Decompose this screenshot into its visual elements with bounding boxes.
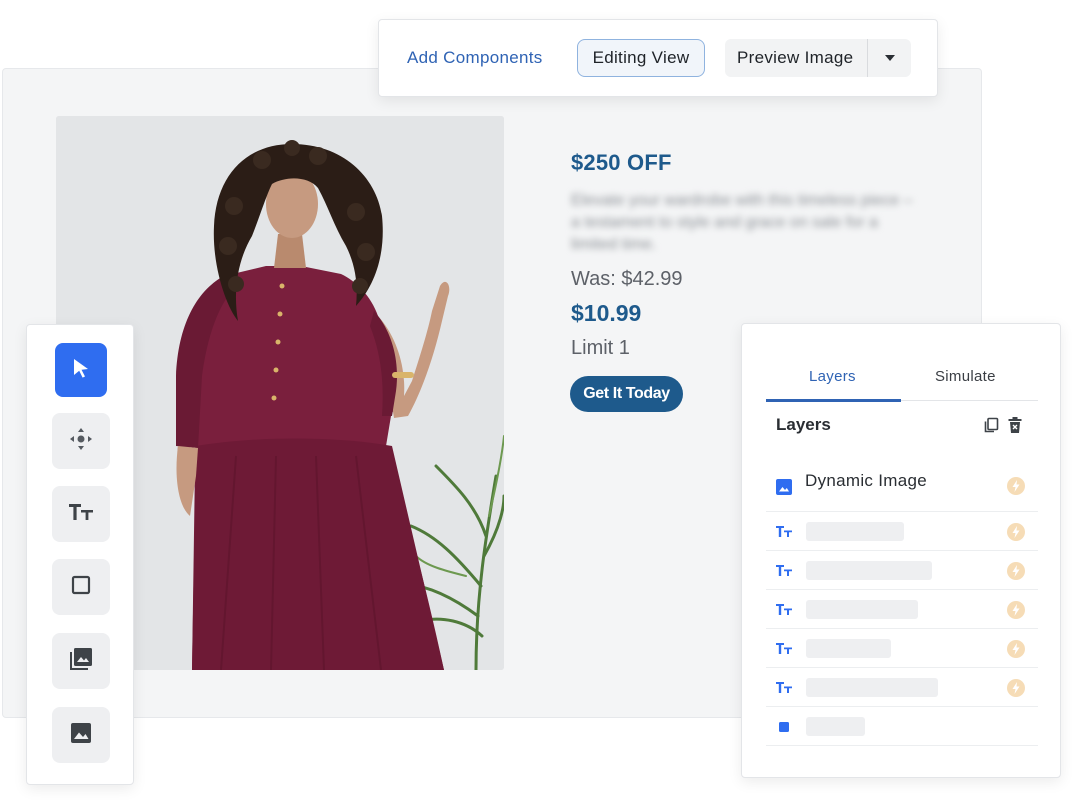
layers-panel: Layers Simulate Layers Dynamic Image [741, 323, 1061, 778]
was-price[interactable]: Was: $42.99 [571, 268, 683, 291]
text-icon [776, 680, 792, 696]
image-icon [69, 721, 93, 750]
bolt-icon[interactable] [1007, 562, 1025, 580]
caret-down-icon[interactable] [868, 39, 911, 77]
bolt-icon[interactable] [1007, 477, 1025, 495]
image-icon [776, 479, 792, 495]
editing-view-button[interactable]: Editing View [577, 39, 705, 77]
layer-name-placeholder [806, 717, 865, 736]
layer-row-text-5[interactable] [766, 668, 1038, 707]
active-tab-indicator [766, 399, 901, 402]
tab-simulate[interactable]: Simulate [935, 368, 996, 385]
bolt-icon[interactable] [1007, 523, 1025, 541]
layers-heading: Layers [776, 415, 831, 434]
image-gallery-icon [68, 646, 94, 677]
text-icon [68, 502, 94, 527]
layer-row-shape[interactable] [766, 707, 1038, 746]
sale-price[interactable]: $10.99 [571, 300, 641, 327]
image-tool-button[interactable] [52, 707, 110, 763]
limit-text[interactable]: Limit 1 [571, 337, 630, 360]
layer-name-placeholder [806, 600, 918, 619]
bolt-icon[interactable] [1007, 679, 1025, 697]
text-icon [776, 641, 792, 657]
layer-row-text-3[interactable] [766, 590, 1038, 629]
tools-panel [26, 324, 134, 785]
top-toolbar: Add Components Editing View Preview Imag… [378, 19, 938, 97]
shape-tool-button[interactable] [52, 559, 110, 615]
text-icon [776, 524, 792, 540]
bolt-icon[interactable] [1007, 601, 1025, 619]
text-tool-button[interactable] [52, 486, 110, 542]
layer-name-placeholder [806, 522, 904, 541]
layer-name-dynamic-image: Dynamic Image [805, 471, 927, 490]
select-tool-button[interactable] [55, 343, 107, 397]
delete-icon[interactable] [1008, 417, 1024, 433]
preview-image-split-button: Preview Image [725, 39, 911, 77]
text-icon [776, 602, 792, 618]
layer-name-placeholder [806, 561, 932, 580]
add-components-link[interactable]: Add Components [407, 48, 543, 68]
square-icon [71, 575, 91, 600]
cursor-icon [72, 358, 90, 383]
get-it-today-button[interactable]: Get It Today [570, 376, 683, 412]
layer-row-text-1[interactable] [766, 512, 1038, 551]
move-tool-button[interactable] [52, 413, 110, 469]
gallery-tool-button[interactable] [52, 633, 110, 689]
layer-name-placeholder [806, 639, 891, 658]
layer-row-text-4[interactable] [766, 629, 1038, 668]
layer-name-placeholder [806, 678, 938, 697]
bolt-icon[interactable] [1007, 640, 1025, 658]
text-icon [776, 563, 792, 579]
ad-headline[interactable]: $250 OFF [571, 150, 672, 176]
tab-layers[interactable]: Layers [809, 368, 856, 385]
preview-image-button[interactable]: Preview Image [737, 39, 853, 77]
duplicate-icon[interactable] [983, 417, 999, 433]
ad-description[interactable]: Elevate your wardrobe with this timeless… [571, 190, 921, 256]
square-icon [776, 719, 792, 735]
move-icon [69, 427, 93, 456]
layer-row-text-2[interactable] [766, 551, 1038, 590]
